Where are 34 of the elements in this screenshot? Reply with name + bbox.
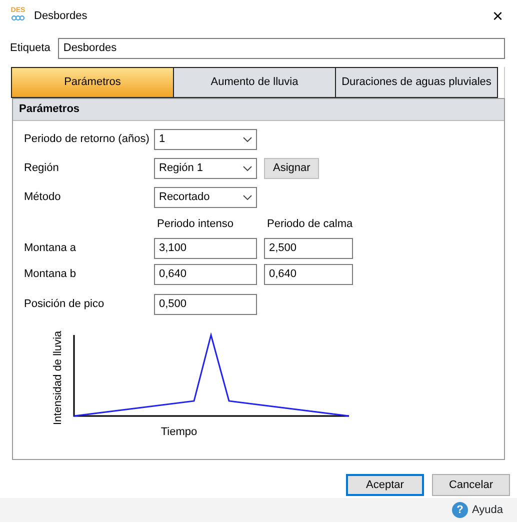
input-field[interactable]: 0,640 xyxy=(154,264,257,285)
assign-button[interactable]: Asignar xyxy=(264,158,320,179)
dropdown[interactable]: Recortado xyxy=(154,187,257,208)
column-header: Periodo intenso xyxy=(156,216,234,232)
field-label: Posición de pico xyxy=(24,297,106,312)
caret-icon xyxy=(243,195,252,200)
field-label: Periodo de retorno (años) xyxy=(24,132,150,148)
axis-label: Intensidad de lluvia xyxy=(52,330,64,425)
input-field[interactable]: 0,640 xyxy=(264,264,353,285)
dropdown[interactable]: 1 xyxy=(154,129,257,150)
help-link[interactable]: ? Ayuda xyxy=(452,502,503,518)
tab[interactable]: Duraciones de aguas pluviales xyxy=(335,67,498,98)
field-label: Etiqueta xyxy=(10,41,50,56)
cancel-button[interactable]: Cancelar xyxy=(432,474,510,496)
dropdown[interactable]: Región 1 xyxy=(154,158,257,179)
field-label: Método xyxy=(24,190,62,206)
input-field[interactable]: 3,100 xyxy=(154,238,257,259)
field-label: Montana a xyxy=(24,241,77,256)
close-button[interactable]: × xyxy=(488,7,507,25)
caret-icon xyxy=(243,166,252,171)
accept-button[interactable]: Aceptar xyxy=(346,474,424,496)
column-header: Periodo de calma xyxy=(266,216,353,232)
panel-header: Parámetros xyxy=(13,99,504,121)
help-icon: ? xyxy=(452,502,468,518)
tab[interactable]: Parámetros xyxy=(11,67,174,98)
window-title: Desbordes xyxy=(34,8,88,24)
axis-label: Tiempo xyxy=(160,426,198,438)
field-label: Región xyxy=(24,161,60,176)
field-label: Montana b xyxy=(24,267,77,282)
input-field[interactable]: 0,500 xyxy=(154,294,257,315)
tab[interactable]: Aumento de lluvia xyxy=(173,67,336,98)
caret-icon xyxy=(243,137,252,142)
input-field[interactable]: 2,500 xyxy=(264,238,353,259)
label-field[interactable]: Desbordes xyxy=(58,38,505,59)
